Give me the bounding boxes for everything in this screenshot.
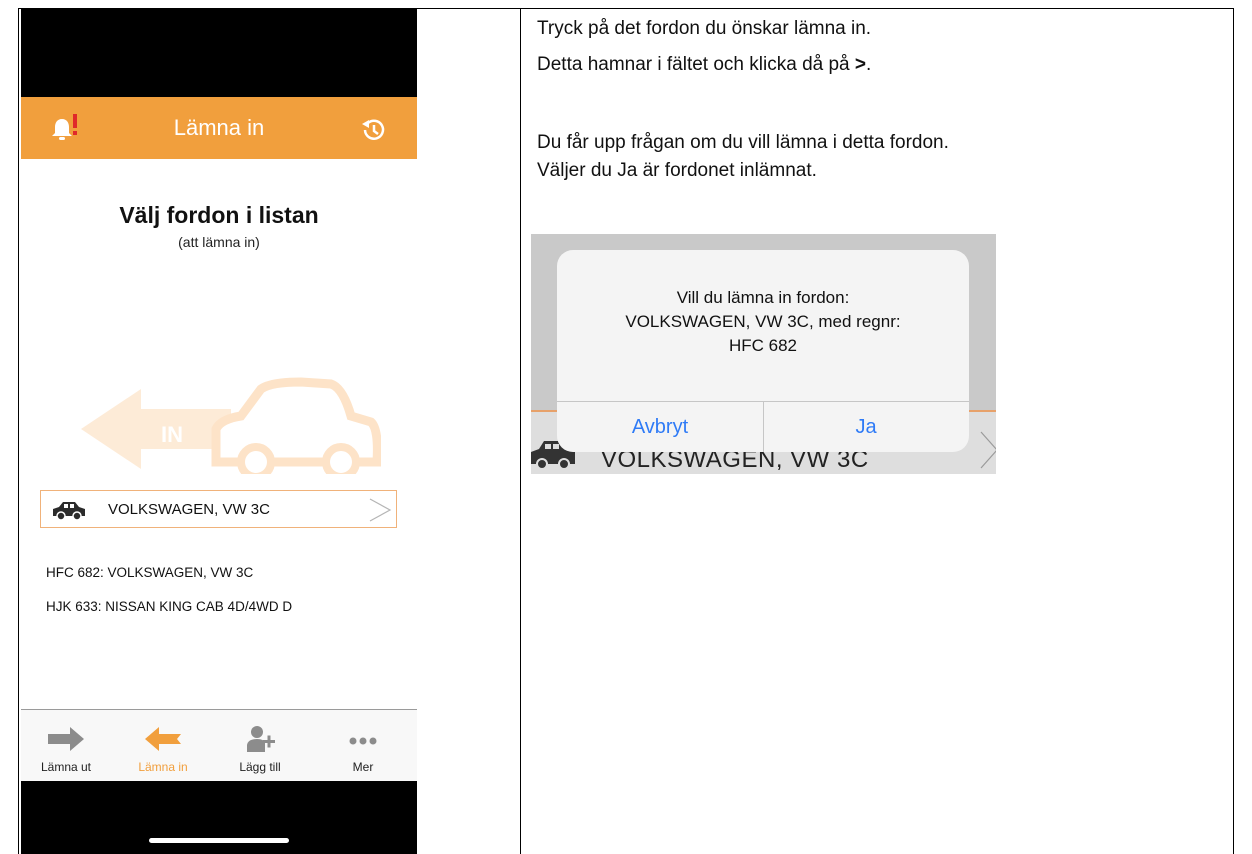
- confirm-button[interactable]: Ja: [763, 402, 969, 452]
- instruction-line: Väljer du Ja är fordonet inlämnat.: [537, 160, 817, 181]
- add-user-icon: [247, 726, 275, 752]
- chevron-right-icon: [980, 431, 996, 469]
- tab-label: Mer: [352, 760, 374, 774]
- return-vehicle-illustration: IN: [81, 377, 381, 474]
- table-column-divider: [520, 8, 521, 854]
- instruction-heading: Välj fordon i listan: [119, 202, 319, 228]
- confirm-dialog-screenshot: VOLKSWAGEN, VW 3C Vill du lämna in fordo…: [531, 234, 996, 474]
- instruction-text: .: [866, 54, 872, 75]
- more-icon: [349, 737, 377, 745]
- selected-vehicle-name: VOLKSWAGEN, VW 3C: [108, 501, 270, 518]
- status-bar: [21, 9, 417, 97]
- alert-message-line: Vill du lämna in fordon:: [676, 288, 850, 307]
- vehicle-list-item[interactable]: HJK 633: NISSAN KING CAB 4D/4WD D: [46, 599, 406, 633]
- next-symbol: >: [854, 54, 866, 75]
- cancel-button[interactable]: Avbryt: [557, 402, 763, 452]
- vehicle-list-item[interactable]: HFC 682: VOLKSWAGEN, VW 3C: [46, 565, 406, 599]
- instruction-line: Tryck på det fordon du önskar lämna in.: [537, 18, 872, 39]
- arrow-left-icon: [145, 727, 181, 751]
- tab-label: Lämna in: [138, 760, 188, 774]
- tab-bar: Lämna ut Lämna in Lägg till Mer: [21, 709, 417, 781]
- chevron-right-icon[interactable]: [368, 497, 392, 523]
- tab-lamna-in[interactable]: Lämna in: [118, 710, 208, 782]
- vehicle-list: HFC 682: VOLKSWAGEN, VW 3C HJK 633: NISS…: [46, 565, 406, 633]
- instruction-line: Du får upp frågan om du vill lämna i det…: [537, 132, 949, 153]
- instruction-subheading: (att lämna in): [178, 234, 260, 250]
- tab-label: Lägg till: [239, 760, 281, 774]
- home-area: [21, 781, 417, 854]
- tab-mer[interactable]: Mer: [318, 710, 408, 782]
- confirm-alert: Vill du lämna in fordon: VOLKSWAGEN, VW …: [557, 250, 969, 452]
- tab-label: Lämna ut: [40, 760, 92, 774]
- page-title: Lämna in: [173, 115, 265, 140]
- home-indicator[interactable]: [149, 838, 289, 843]
- tab-lamna-ut[interactable]: Lämna ut: [21, 710, 111, 782]
- svg-text:IN: IN: [161, 422, 183, 447]
- tab-lagg-till[interactable]: Lägg till: [215, 710, 305, 782]
- car-icon: [53, 502, 85, 520]
- alert-message-line: HFC 682: [728, 336, 798, 355]
- alert-message-line: VOLKSWAGEN, VW 3C, med regnr:: [625, 312, 901, 331]
- instruction-text: Detta hamnar i fältet och klicka då på: [537, 54, 855, 75]
- alert-message: Vill du lämna in fordon: VOLKSWAGEN, VW …: [557, 286, 969, 358]
- instruction-line: Detta hamnar i fältet och klicka då på >…: [537, 54, 871, 76]
- history-icon[interactable]: [359, 116, 387, 144]
- arrow-right-icon: [48, 727, 84, 751]
- selected-vehicle-field[interactable]: VOLKSWAGEN, VW 3C: [40, 490, 397, 528]
- phone-screenshot: Lämna in Välj fordon i listan (att lämna…: [21, 9, 417, 854]
